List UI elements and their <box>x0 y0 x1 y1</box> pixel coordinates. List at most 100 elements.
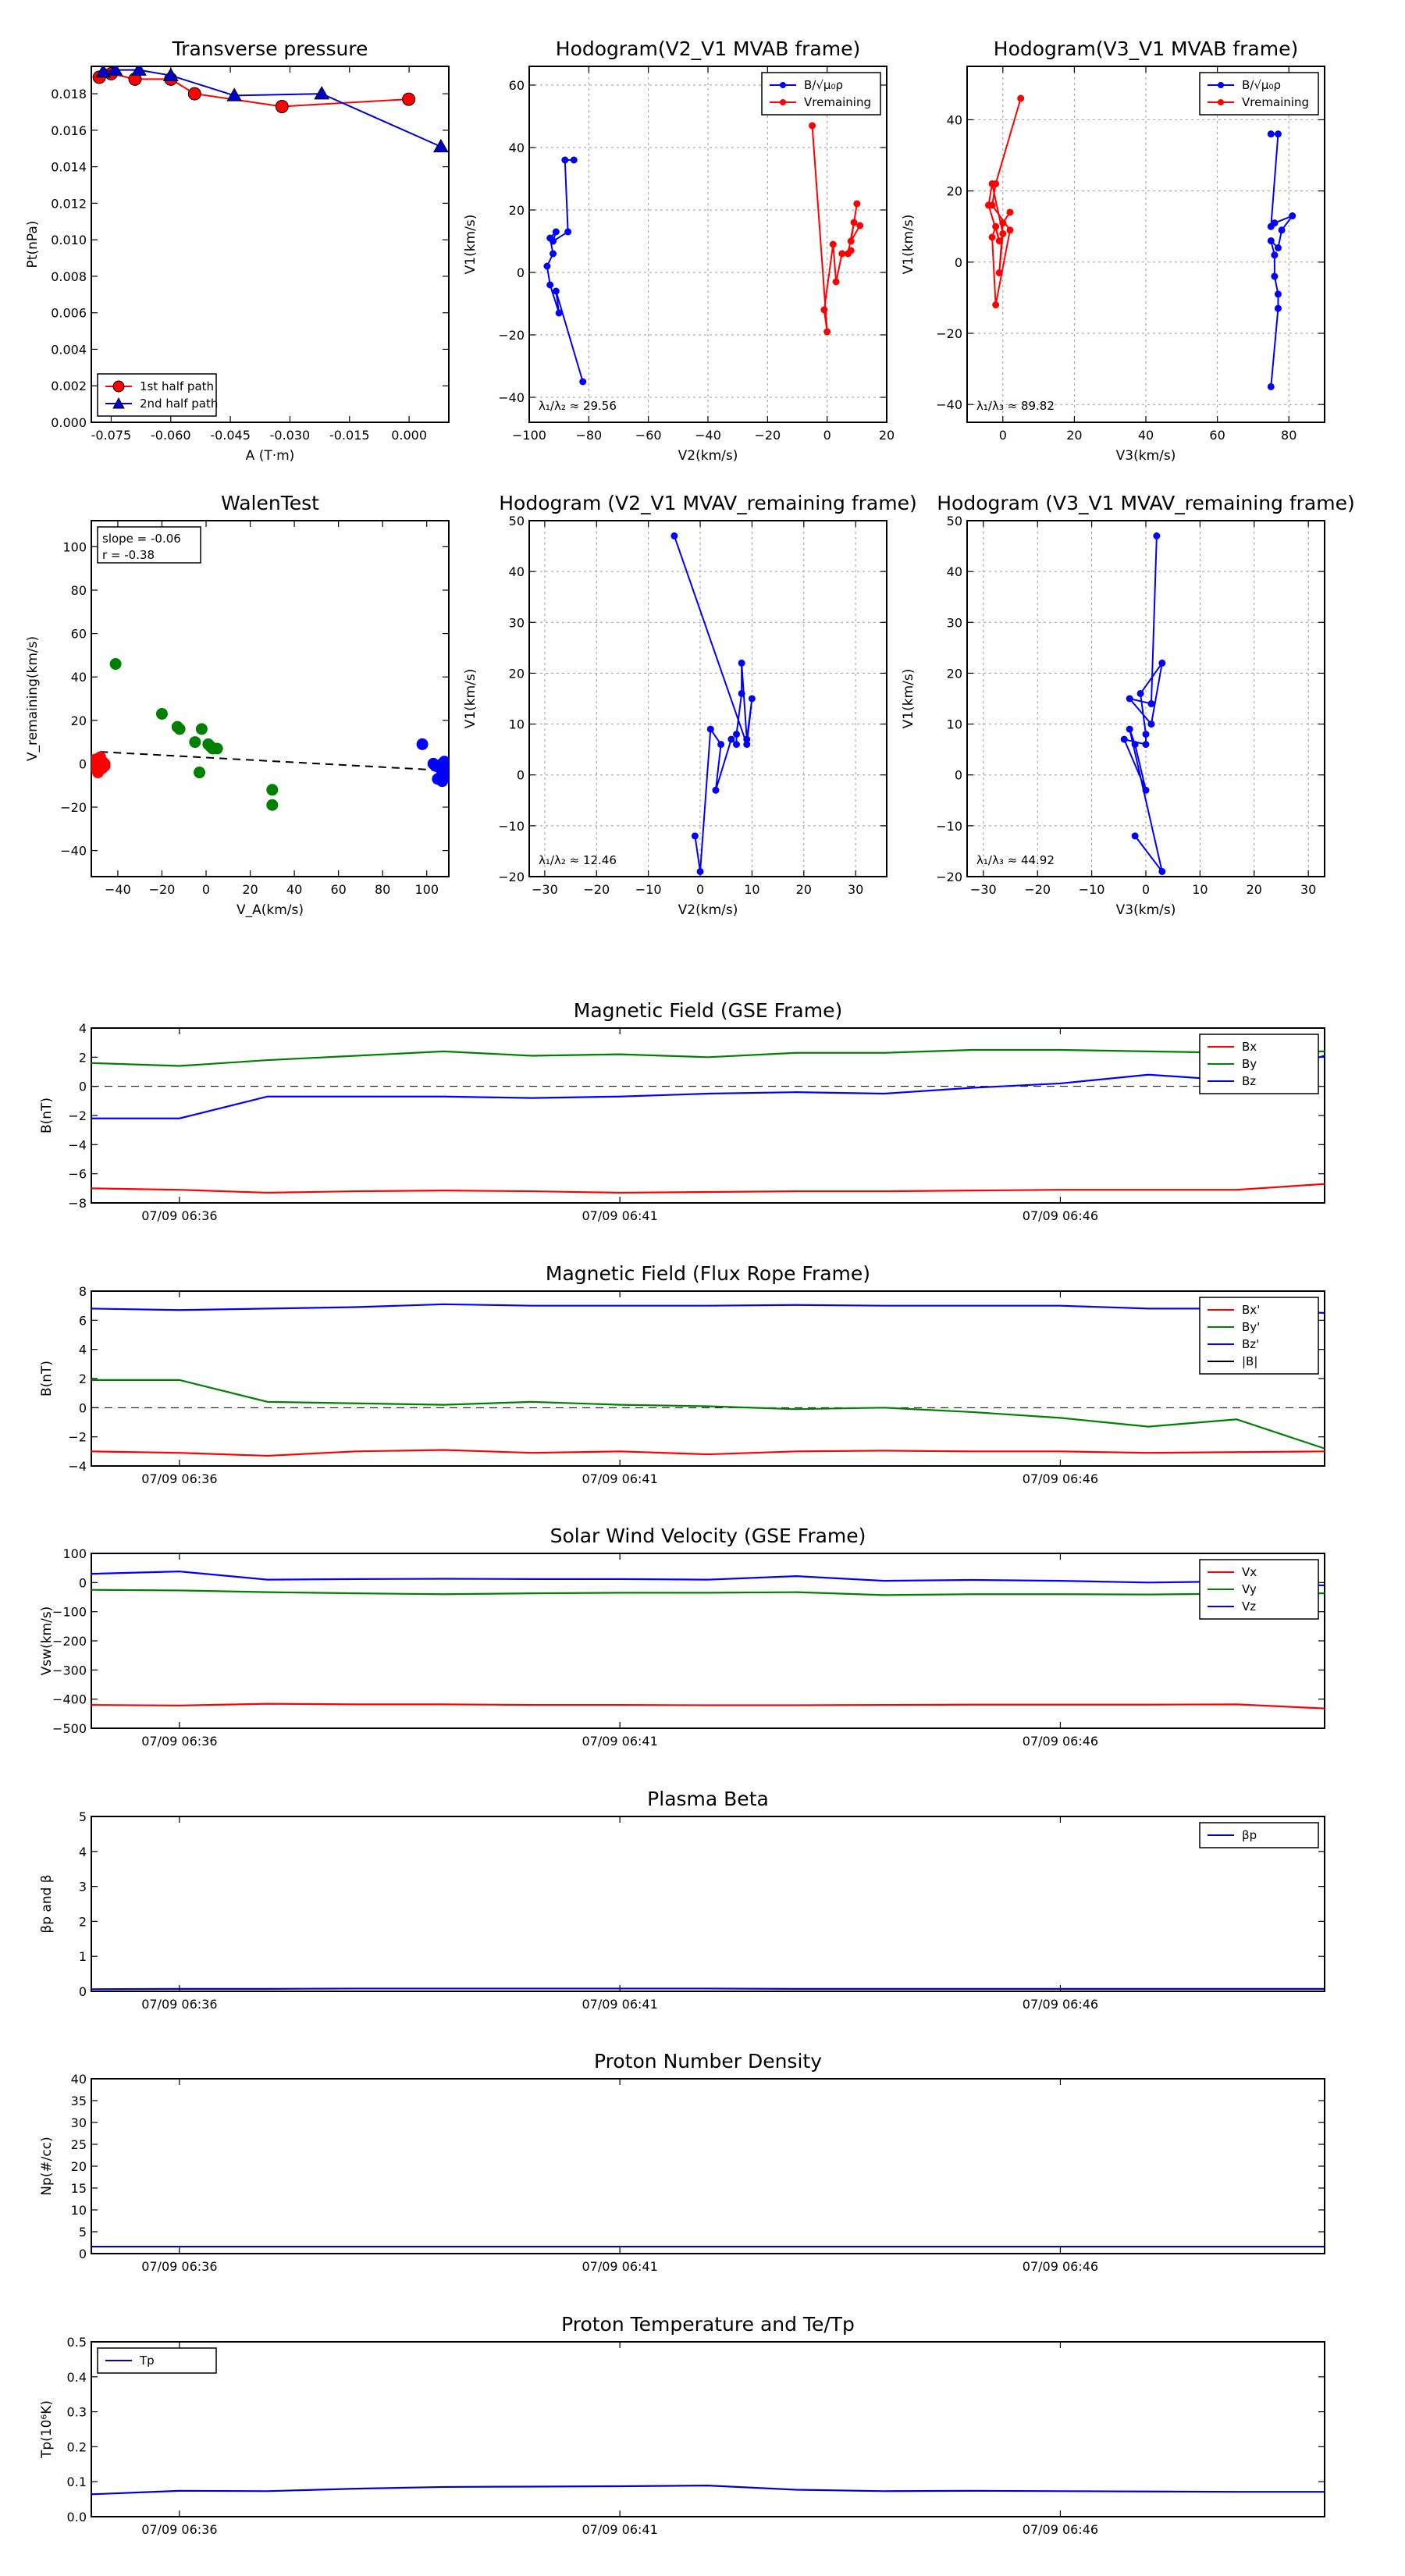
y-tick-label: −20 <box>498 328 525 343</box>
data-point <box>691 832 699 840</box>
y-tick-label: 6 <box>79 1313 87 1328</box>
series-line-1 <box>91 1589 1325 1596</box>
data-point <box>995 269 1003 276</box>
series-line-0 <box>673 535 753 872</box>
legend-label: By' <box>1242 1320 1260 1334</box>
data-point <box>1158 659 1166 667</box>
legend: Vx Vy Vz <box>1199 1559 1319 1620</box>
x-tick-label: 20 <box>1066 428 1082 443</box>
series-line-0 <box>91 1183 1325 1194</box>
y-tick-label: 0.016 <box>51 123 87 138</box>
y-axis-label: V1(km/s) <box>463 669 478 729</box>
chart-h1: Hodogram(V2_V1 MVAB frame) −40 −20 0 20 40 60 −… <box>463 37 895 464</box>
y-tick-label: 100 <box>62 539 87 554</box>
legend-label: B/√μ₀ρ <box>1242 78 1281 92</box>
data-point <box>1006 226 1014 234</box>
y-tick-label: 40 <box>71 2072 87 2087</box>
x-tick-label: 30 <box>1300 882 1316 897</box>
y-tick-label: −8 <box>68 1196 87 1211</box>
data-point <box>1131 832 1139 840</box>
series-line-0 <box>91 2485 1325 2496</box>
x-tick-label: −30 <box>532 882 558 897</box>
y-axis-label: Vsw(km/s) <box>39 1606 55 1676</box>
data-point <box>555 309 563 317</box>
data-point <box>1271 251 1279 259</box>
chart-title: Hodogram (V2_V1 MVAV_remaining frame) <box>499 492 917 514</box>
data-point <box>670 532 678 540</box>
data-point <box>564 228 572 236</box>
x-tick-label: −80 <box>575 428 602 443</box>
x-tick-label: 60 <box>1209 428 1225 443</box>
data-point <box>432 138 449 153</box>
y-tick-label: 10 <box>509 717 525 732</box>
legend-label: By <box>1242 1057 1257 1071</box>
x-tick-label: -0.030 <box>270 428 311 443</box>
x-tick-label: 07/09 06:41 <box>582 1471 657 1486</box>
y-tick-label: 30 <box>509 615 525 630</box>
legend: 1st half path 2nd half path <box>97 373 218 417</box>
series-line-0 <box>91 1449 1325 1457</box>
data-point <box>543 262 551 270</box>
data-point <box>712 786 720 794</box>
chart-title: Hodogram(V3_V1 MVAB frame) <box>994 37 1298 60</box>
y-tick-label: −200 <box>52 1634 87 1649</box>
legend: βp <box>1199 1822 1319 1848</box>
x-tick-label: 40 <box>286 882 302 897</box>
x-tick-label: 07/09 06:36 <box>141 1208 217 1223</box>
legend-label: 1st half path <box>140 379 214 393</box>
data-point <box>1274 130 1282 138</box>
data-point <box>743 741 751 749</box>
chart-h3: Hodogram (V2_V1 MVAV_remaining frame) −20… <box>463 492 917 918</box>
x-tick-label: −100 <box>512 428 546 443</box>
x-tick-label: 40 <box>1138 428 1154 443</box>
data-point <box>844 250 852 258</box>
x-tick-label: 07/09 06:41 <box>582 1997 657 2012</box>
y-tick-label: −40 <box>936 397 962 412</box>
plot-area <box>91 1303 1325 1457</box>
y-axis-label: Np(#/cc) <box>39 2137 55 2195</box>
data-point <box>1017 94 1025 102</box>
axes-frame <box>91 66 450 423</box>
data-point <box>189 736 201 749</box>
x-tick-label: 07/09 06:46 <box>1023 1997 1098 2012</box>
x-tick-label: 07/09 06:41 <box>582 2522 657 2537</box>
y-tick-label: 4 <box>79 1845 87 1859</box>
y-tick-label: 0.3 <box>67 2405 87 2420</box>
chart-ts_np: Proton Number Density 0 5 10 15 20 25 30 35 40 07/… <box>39 2050 1325 2274</box>
x-tick-label: 0.000 <box>391 428 427 443</box>
series-line-0 <box>91 1703 1325 1710</box>
data-point <box>1267 382 1275 390</box>
legend-label: Vremaining <box>1242 95 1309 109</box>
series-line-1 <box>91 1048 1325 1067</box>
legend-marker <box>780 99 786 105</box>
data-point <box>1274 244 1282 252</box>
x-axis-label: V3(km/s) <box>1116 902 1176 918</box>
data-point <box>995 237 1003 244</box>
data-point <box>187 87 201 101</box>
y-tick-label: −40 <box>498 390 525 405</box>
y-tick-label: 100 <box>62 1546 87 1561</box>
y-tick-label: 0 <box>517 768 525 783</box>
y-tick-label: −20 <box>936 870 962 884</box>
y-tick-label: 0 <box>79 1400 87 1415</box>
data-point <box>561 156 569 164</box>
chart-walen: WalenTest −40 −20 0 20 40 60 80 100 −40 −20 0 20 40 60… <box>25 492 450 918</box>
y-tick-label: −2 <box>68 1430 87 1445</box>
legend-label: |B| <box>1242 1354 1257 1368</box>
y-tick-label: 0 <box>79 756 87 771</box>
y-tick-label: 2 <box>79 1050 87 1065</box>
data-point <box>314 86 330 100</box>
y-tick-label: 10 <box>71 2203 87 2218</box>
axes-frame <box>91 1290 1325 1467</box>
chart-ts_beta: Plasma Beta 0 1 2 3 4 5 07/09 06:36 07/09 06:41 0… <box>39 1788 1325 2012</box>
data-point <box>847 237 855 245</box>
y-tick-label: 0.006 <box>51 306 87 321</box>
plot-area <box>91 1048 1325 1194</box>
plot-area <box>91 1571 1325 1710</box>
data-point <box>1147 720 1155 728</box>
legend-label: Bz' <box>1242 1337 1259 1351</box>
legend-label: βp <box>1242 1828 1257 1842</box>
x-tick-label: 0 <box>999 428 1007 443</box>
series-line-2 <box>91 1571 1325 1587</box>
series-line-1 <box>103 69 442 148</box>
